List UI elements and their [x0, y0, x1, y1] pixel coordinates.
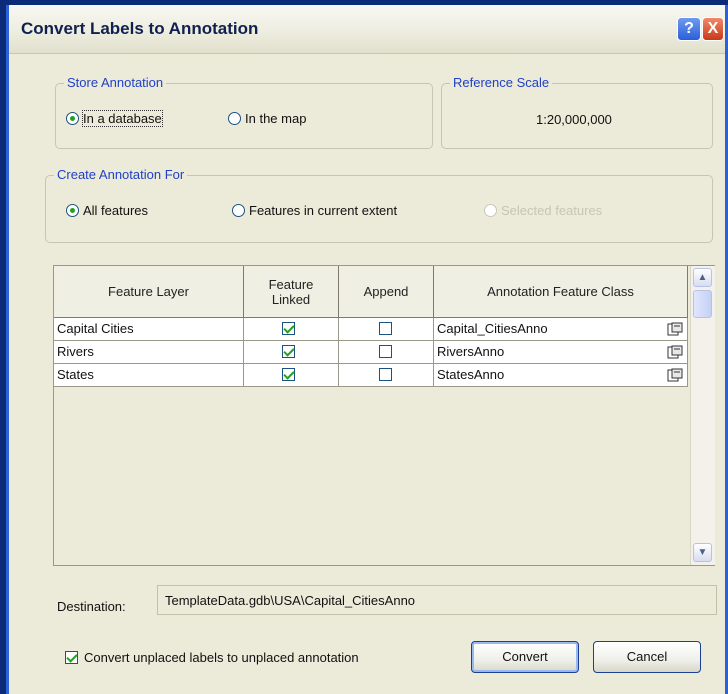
destination-label: Destination: — [57, 599, 126, 614]
linked-checkbox[interactable] — [282, 368, 295, 381]
title-bar[interactable]: Convert Labels to Annotation ? X — [9, 5, 725, 54]
table-row-1-linked[interactable] — [244, 341, 339, 364]
append-checkbox[interactable] — [379, 345, 392, 358]
radio-features-current-extent[interactable]: Features in current extent — [232, 203, 397, 218]
header-annotation-feature-class[interactable]: Annotation Feature Class — [434, 266, 688, 318]
radio-all-features[interactable]: All features — [66, 203, 148, 218]
table-row-0-layer[interactable]: Capital Cities — [54, 318, 244, 341]
radio-in-map[interactable]: In the map — [228, 111, 306, 126]
annotation-class-name: Capital_CitiesAnno — [437, 321, 548, 336]
radio-label-in-database: In a database — [82, 110, 163, 127]
table-row-2-append[interactable] — [339, 364, 434, 387]
table-row-1-append[interactable] — [339, 341, 434, 364]
table-row-2-linked[interactable] — [244, 364, 339, 387]
convert-unplaced-checkbox[interactable] — [65, 651, 78, 664]
linked-checkbox[interactable] — [282, 345, 295, 358]
cancel-button[interactable]: Cancel — [593, 641, 701, 673]
table-body-area: Feature Layer Feature Linked Append Anno… — [54, 266, 690, 565]
convert-button[interactable]: Convert — [471, 641, 579, 673]
table-row-0-linked[interactable] — [244, 318, 339, 341]
header-feature-layer[interactable]: Feature Layer — [54, 266, 244, 318]
radio-circle-selected[interactable] — [66, 112, 79, 125]
destination-field: TemplateData.gdb\USA\Capital_CitiesAnno — [157, 585, 717, 615]
radio-selected-features: Selected features — [484, 203, 602, 218]
header-feature-linked[interactable]: Feature Linked — [244, 266, 339, 318]
radio-circle-selected[interactable] — [66, 204, 79, 217]
radio-label-selected-features: Selected features — [501, 203, 603, 218]
radio-label-current-extent: Features in current extent — [249, 203, 398, 218]
scroll-down-button[interactable]: ▼ — [693, 543, 712, 562]
vertical-scrollbar[interactable]: ▲ ▼ — [690, 266, 715, 565]
open-folder-icon[interactable] — [667, 345, 683, 359]
close-button[interactable]: X — [702, 17, 724, 41]
radio-circle[interactable] — [228, 112, 241, 125]
window-title: Convert Labels to Annotation — [21, 19, 259, 38]
open-folder-icon[interactable] — [667, 368, 683, 382]
dialog-window: Convert Labels to Annotation ? X Store A… — [6, 5, 728, 694]
convert-unplaced-option[interactable]: Convert unplaced labels to unplaced anno… — [65, 650, 359, 665]
table-row-2-class[interactable]: StatesAnno — [434, 364, 688, 387]
help-button[interactable]: ? — [677, 17, 701, 41]
radio-in-database[interactable]: In a database — [66, 110, 163, 127]
table-row-0-class[interactable]: Capital_CitiesAnno — [434, 318, 688, 341]
annotation-class-name: StatesAnno — [437, 367, 505, 382]
create-annotation-for-group: Create Annotation For All features Featu… — [45, 167, 713, 243]
append-checkbox[interactable] — [379, 368, 392, 381]
convert-unplaced-label: Convert unplaced labels to unplaced anno… — [84, 650, 359, 665]
radio-circle[interactable] — [232, 204, 245, 217]
radio-label-in-map: In the map — [245, 111, 307, 126]
reference-scale-group: Reference Scale 1:20,000,000 — [441, 75, 713, 149]
store-annotation-legend: Store Annotation — [64, 75, 167, 90]
scroll-thumb[interactable] — [693, 290, 712, 318]
radio-label-all-features: All features — [83, 203, 149, 218]
feature-layer-table[interactable]: Feature Layer Feature Linked Append Anno… — [53, 265, 715, 566]
radio-circle-disabled — [484, 204, 497, 217]
table-row-0-append[interactable] — [339, 318, 434, 341]
scroll-up-button[interactable]: ▲ — [693, 268, 712, 287]
header-append[interactable]: Append — [339, 266, 434, 318]
reference-scale-value: 1:20,000,000 — [536, 112, 612, 127]
reference-scale-legend: Reference Scale — [450, 75, 553, 90]
linked-checkbox[interactable] — [282, 322, 295, 335]
create-annotation-for-legend: Create Annotation For — [54, 167, 188, 182]
table-row-1-layer[interactable]: Rivers — [54, 341, 244, 364]
store-annotation-group: Store Annotation In a database In the ma… — [55, 75, 433, 149]
open-folder-icon[interactable] — [667, 322, 683, 336]
append-checkbox[interactable] — [379, 322, 392, 335]
annotation-class-name: RiversAnno — [437, 344, 505, 359]
table-row-2-layer[interactable]: States — [54, 364, 244, 387]
table-row-1-class[interactable]: RiversAnno — [434, 341, 688, 364]
